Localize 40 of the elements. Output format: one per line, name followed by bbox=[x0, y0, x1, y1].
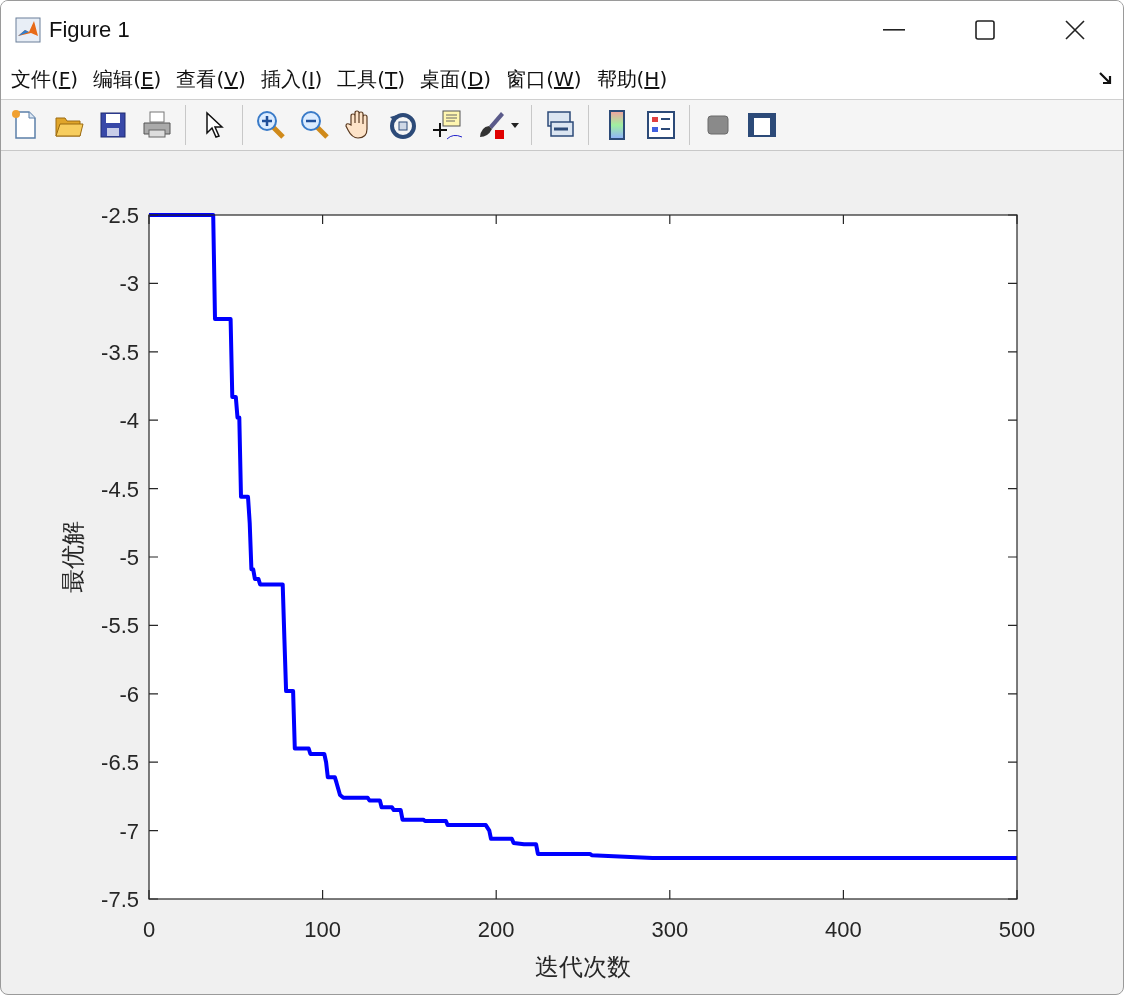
y-tick-label: -4.5 bbox=[101, 476, 139, 502]
data-cursor-icon[interactable] bbox=[431, 109, 463, 141]
dropdown-caret-icon[interactable] bbox=[511, 122, 519, 128]
printer-icon[interactable] bbox=[141, 109, 173, 141]
x-tick-label: 100 bbox=[304, 917, 341, 942]
menu-item[interactable]: 帮助(H) bbox=[596, 65, 668, 93]
menu-item[interactable]: 查看(V) bbox=[176, 65, 246, 93]
app-icon bbox=[15, 17, 41, 43]
y-tick-label: -5 bbox=[119, 545, 139, 570]
y-tick-label: -5.5 bbox=[101, 613, 139, 639]
window-title: Figure 1 bbox=[49, 17, 130, 43]
maximize-icon[interactable] bbox=[975, 20, 995, 40]
menu-item[interactable]: 窗口(W) bbox=[506, 65, 582, 93]
zoom-out-icon[interactable] bbox=[299, 109, 331, 141]
zoom-in-icon[interactable] bbox=[255, 109, 287, 141]
x-axis-label: 迭代次数 bbox=[535, 953, 631, 981]
minimize-icon[interactable] bbox=[883, 29, 905, 31]
x-tick-label: 200 bbox=[477, 917, 515, 942]
menu-item[interactable]: 桌面(D) bbox=[420, 65, 492, 93]
x-tick-label: 500 bbox=[998, 917, 1036, 942]
save-icon[interactable] bbox=[97, 109, 129, 141]
dock-icon[interactable] bbox=[1099, 72, 1113, 86]
y-tick-label: -2.5 bbox=[101, 203, 139, 228]
x-tick-label: 0 bbox=[142, 917, 156, 942]
close-icon[interactable] bbox=[1065, 20, 1085, 40]
legend-icon[interactable] bbox=[645, 109, 677, 141]
y-tick-label: -3 bbox=[119, 271, 139, 297]
y-axis-label: 最优解 bbox=[59, 521, 87, 593]
y-tick-label: -3.5 bbox=[101, 339, 139, 365]
y-tick-label: -7 bbox=[119, 818, 139, 844]
y-tick-label: -7.5 bbox=[101, 887, 139, 912]
y-tick-label: -6 bbox=[119, 681, 139, 707]
y-tick-label: -4 bbox=[119, 408, 139, 434]
y-tick-label: -6.5 bbox=[101, 750, 139, 776]
menu-item[interactable]: 编辑(E) bbox=[93, 65, 162, 93]
menu-item[interactable]: 文件(F) bbox=[11, 65, 79, 93]
x-tick-label: 400 bbox=[825, 917, 862, 942]
menu-item[interactable]: 工具(T) bbox=[337, 65, 406, 93]
menu-item[interactable]: 插入(I) bbox=[260, 65, 323, 93]
x-tick-label: 300 bbox=[651, 917, 689, 942]
